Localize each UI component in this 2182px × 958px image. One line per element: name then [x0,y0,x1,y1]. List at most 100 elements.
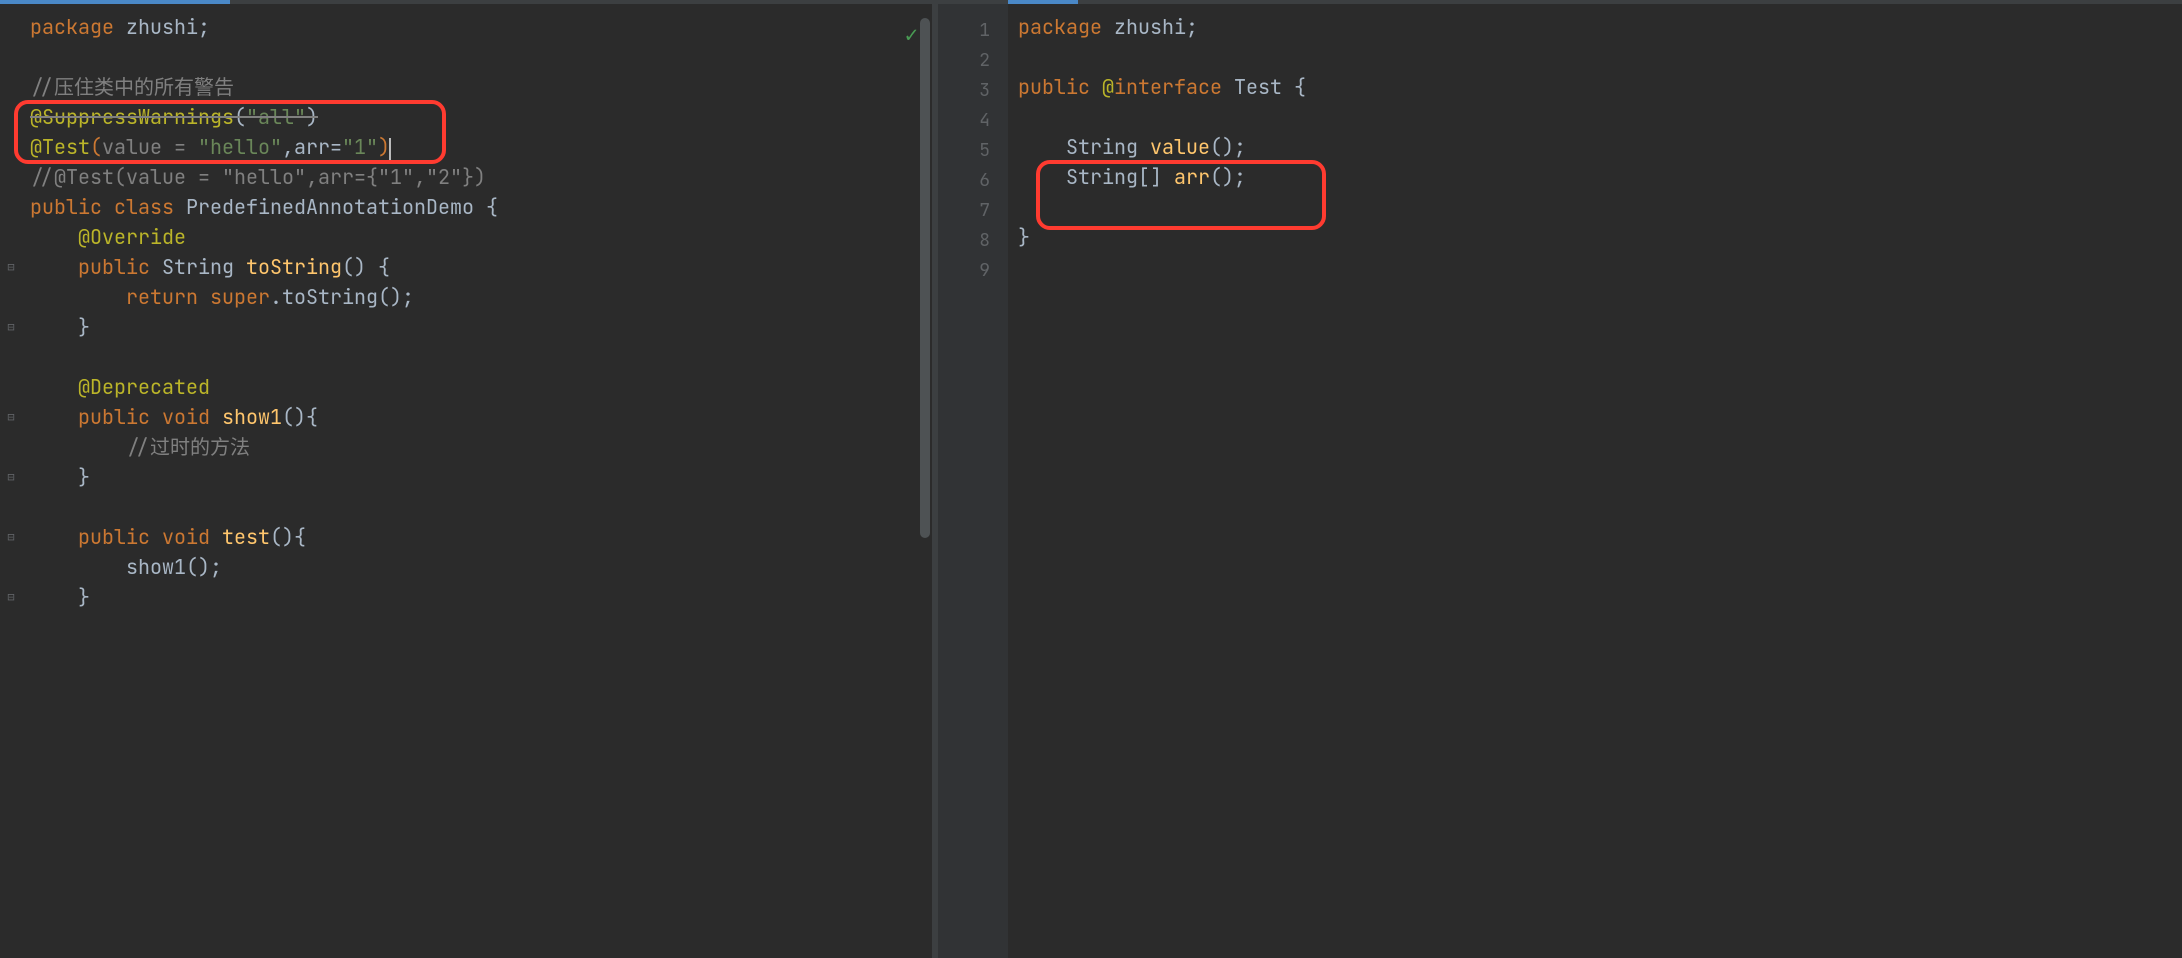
code-line[interactable] [30,42,932,72]
code-token: interface [1114,74,1234,100]
code-token [30,524,78,550]
code-token: ; [198,14,210,40]
code-line[interactable]: public class PredefinedAnnotationDemo { [30,192,932,222]
code-line[interactable]: public String toString() { [30,252,932,282]
code-token: (){ [270,524,306,550]
code-line[interactable]: @SuppressWarnings("all") [30,102,932,132]
fold-toggle-icon[interactable]: ⊟ [4,320,18,334]
code-token: String [162,254,246,280]
left-code-area[interactable]: ⊟⊟⊟⊟⊟⊟ ✓ package zhushi;//压住类中的所有警告@Supp… [0,4,932,958]
code-token: ( [90,134,102,160]
gutter-line-number: 9 [938,256,1008,286]
fold-toggle-icon[interactable]: ⊟ [4,470,18,484]
code-token: "1" [342,134,378,160]
code-token: public [78,254,162,280]
gutter-line-number: 2 [938,46,1008,76]
code-token: } [30,584,90,610]
code-token: package [1018,14,1114,40]
code-token: (); [1210,134,1246,160]
text-cursor [389,138,391,160]
code-token: (){ [282,404,318,430]
code-token: //压住类中的所有警告 [30,74,234,100]
code-line[interactable]: } [1018,222,2182,252]
right-editor-pane[interactable]: package zhushi;public @interface Test { … [1008,0,2182,958]
code-token [30,284,126,310]
code-token: public [1018,74,1102,100]
code-token: value = [102,134,198,160]
code-token: show1 [222,404,282,430]
code-token: public void [78,404,222,430]
code-token [30,224,78,250]
code-line[interactable] [1018,102,2182,132]
code-token: } [30,464,90,490]
code-line[interactable]: String value(); [1018,132,2182,162]
code-line[interactable]: public void test(){ [30,522,932,552]
code-token: ; [1186,14,1198,40]
code-token: String [1018,134,1150,160]
code-token: show1(); [30,554,222,580]
code-token: zhushi [126,14,198,40]
code-token: PredefinedAnnotationDemo [186,194,486,220]
gutter-line-number: 1 [938,16,1008,46]
code-token: ( [234,104,246,130]
right-code-area[interactable]: package zhushi;public @interface Test { … [1008,4,2182,958]
code-token: @ [1102,74,1114,100]
code-line[interactable]: } [30,582,932,612]
code-line[interactable]: public void show1(){ [30,402,932,432]
code-line[interactable]: //@Test(value = "hello",arr={"1","2"}) [30,162,932,192]
gutter-line-number: 7 [938,196,1008,226]
code-token: @Override [78,224,186,250]
code-line[interactable] [1018,192,2182,222]
code-line[interactable]: //压住类中的所有警告 [30,72,932,102]
code-token: (); [1210,164,1246,190]
code-token: () { [342,254,390,280]
fold-toggle-icon[interactable]: ⊟ [4,260,18,274]
code-token: ) [306,104,318,130]
code-token: zhushi [1114,14,1186,40]
code-token: @Test [30,134,90,160]
code-token: public void [78,524,222,550]
code-token: public class [30,194,186,220]
fold-toggle-icon[interactable]: ⊟ [4,530,18,544]
code-token: //@Test(value = "hello",arr={"1","2"}) [30,164,486,190]
fold-toggle-icon[interactable]: ⊟ [4,590,18,604]
code-token [30,374,78,400]
code-token: { [486,194,498,220]
code-line[interactable] [30,342,932,372]
code-token: Test [1234,74,1294,100]
code-line[interactable]: return super.toString(); [30,282,932,312]
code-token [30,434,126,460]
code-line[interactable]: } [30,462,932,492]
code-token: arr [1174,164,1210,190]
code-line[interactable] [1018,252,2182,282]
code-token: ,arr= [282,134,342,160]
code-line[interactable]: @Test(value = "hello",arr="1") [30,132,932,162]
code-token: .toString(); [270,284,414,310]
gutter-line-number: 4 [938,106,1008,136]
code-line[interactable]: } [30,312,932,342]
code-line[interactable] [1018,42,2182,72]
code-line[interactable]: show1(); [30,552,932,582]
code-line[interactable]: @Deprecated [30,372,932,402]
code-token: { [1294,74,1306,100]
code-line[interactable]: package zhushi; [30,12,932,42]
code-token: "all" [246,104,306,130]
code-token: } [1018,224,1030,250]
gutter-line-number: 6 [938,166,1008,196]
code-token: test [222,524,270,550]
code-line[interactable]: @Override [30,222,932,252]
left-editor-pane[interactable]: ⊟⊟⊟⊟⊟⊟ ✓ package zhushi;//压住类中的所有警告@Supp… [0,0,932,958]
code-line[interactable]: public @interface Test { [1018,72,2182,102]
editor-split: ⊟⊟⊟⊟⊟⊟ ✓ package zhushi;//压住类中的所有警告@Supp… [0,0,2182,958]
code-line[interactable]: String[] arr(); [1018,162,2182,192]
code-token [30,254,78,280]
code-line[interactable]: //过时的方法 [30,432,932,462]
code-line[interactable]: package zhushi; [1018,12,2182,42]
code-token: //过时的方法 [126,434,250,460]
fold-gutter: ⊟ ⊟ ⊟ ⊟ ⊟ ⊟ [0,4,22,958]
gutter-line-number: 8 [938,226,1008,256]
fold-toggle-icon[interactable]: ⊟ [4,410,18,424]
code-token: return super [126,284,270,310]
code-line[interactable] [30,492,932,522]
right-gutter: 123456789 [938,0,1008,958]
